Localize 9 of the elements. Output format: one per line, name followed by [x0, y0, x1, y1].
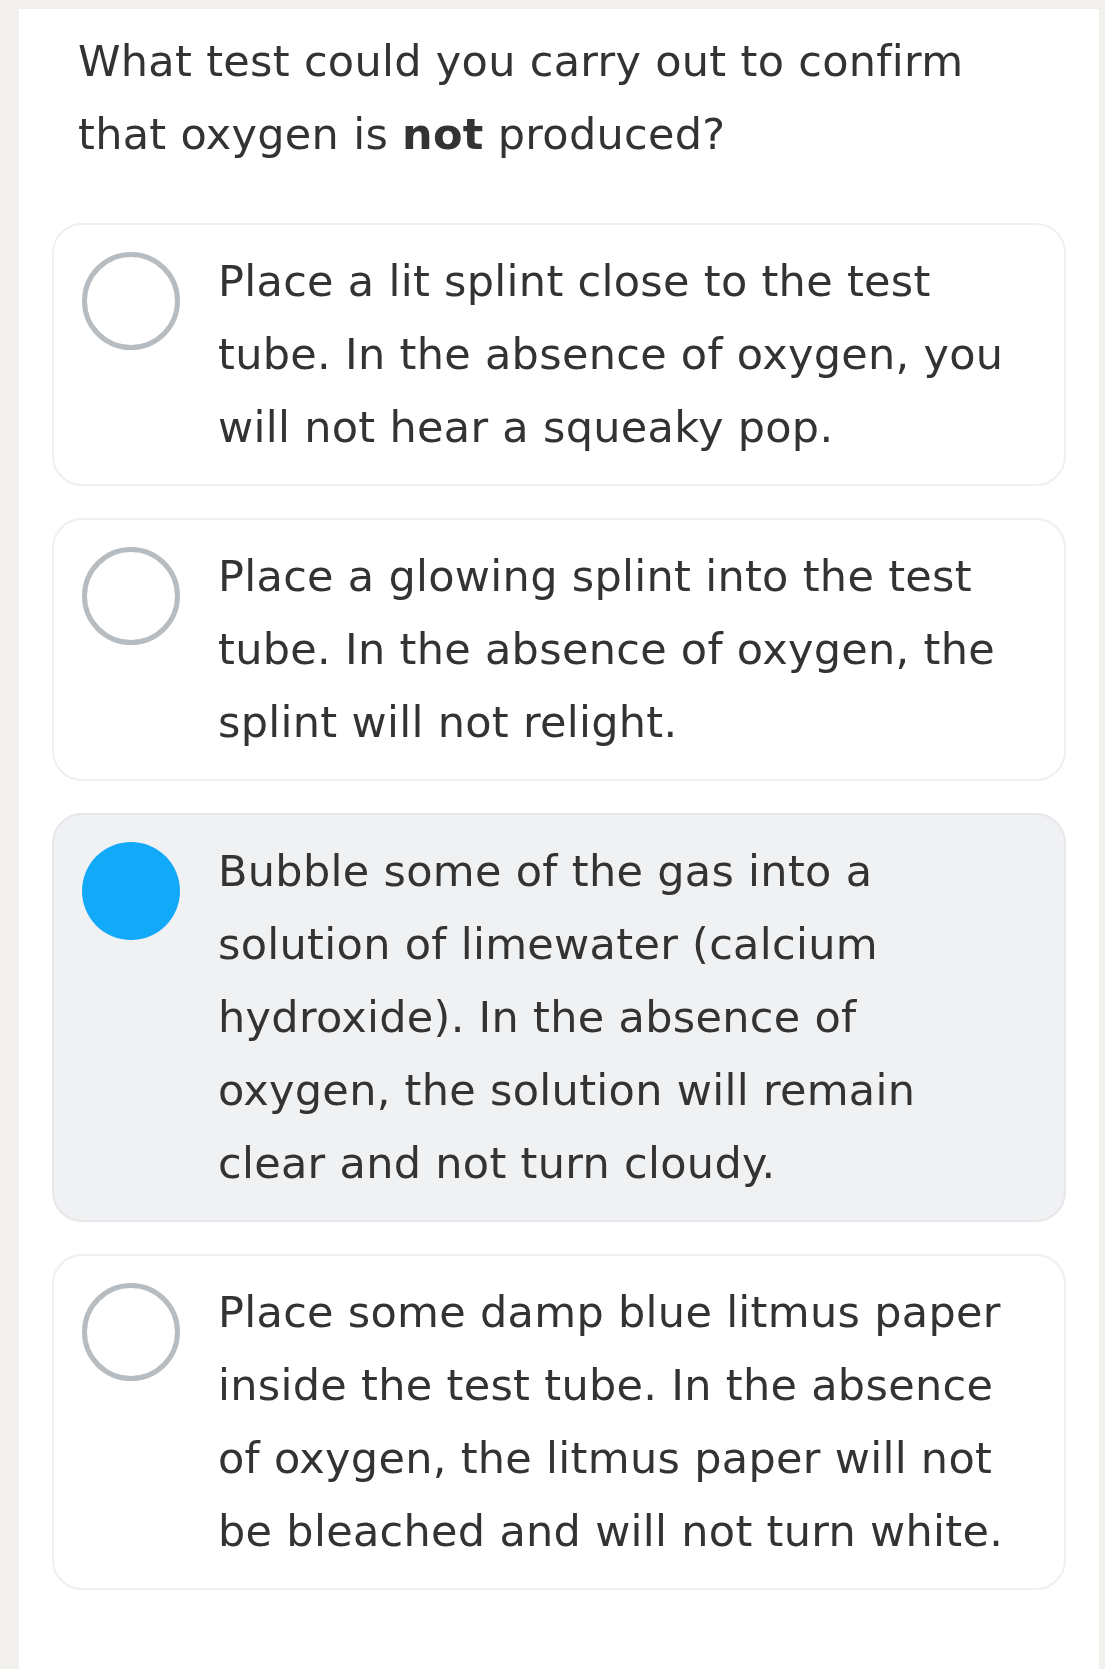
option-text: Place a lit splint close to the test tube. In the absence of oxygen, you will not hear a squeaky pop. — [218, 255, 1005, 454]
answer-option[interactable]: Place a lit splint close to the test tube. In the absence of oxygen, you will not hear a squeaky pop. — [52, 223, 1066, 486]
answer-option[interactable]: Place some damp blue litmus paper inside the test tube. In the absence of oxygen, the litmus paper will not be bleached and will not turn white. — [52, 1254, 1066, 1590]
question-text: What test could you carry out to confirm that oxygen is not produced? — [77, 35, 965, 161]
option-text: Place a glowing splint into the test tube. In the absence of oxygen, the splint will not relight. — [218, 550, 996, 749]
answer-option[interactable]: Bubble some of the gas into a solution of limewater (calcium hydroxide). In the absence of oxygen, the solution will remain clear and not turn cloudy. — [52, 813, 1066, 1222]
answer-option[interactable]: Place a glowing splint into the test tube. In the absence of oxygen, the splint will not relight. — [52, 518, 1066, 781]
option-text: Bubble some of the gas into a solution of limewater (calcium hydroxide). In the absence of oxygen, the solution will remain clear and not turn cloudy. — [218, 845, 917, 1190]
option-text: Place some damp blue litmus paper inside the test tube. In the absence of oxygen, the litmus paper will not be bleached and will not turn white. — [218, 1286, 1005, 1558]
